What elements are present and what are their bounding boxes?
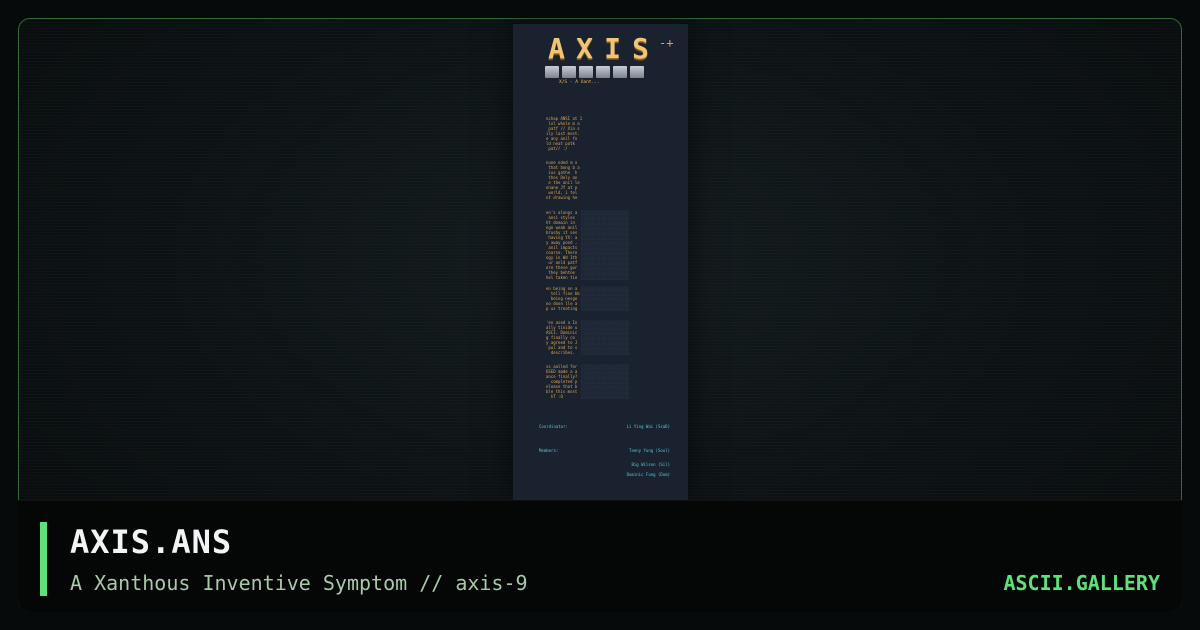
site-brand-link[interactable]: ASCII.GALLERY [1003, 571, 1160, 595]
art-paragraph: nune eded m o that bong b a ius gathe h … [546, 160, 580, 200]
art-paragraph-shadow: ░░░░░░░░░░░░░░░░░░░░ ░░░░░░░░░░░░░░░░░░░░… [581, 320, 630, 355]
logo-letter: I [604, 32, 621, 65]
member-2: Big Wilson (Sil) [631, 462, 670, 467]
art-subtitle: X/S - A Xant... [559, 80, 600, 85]
art-paragraph: ss aalled for USED made a a ance finally? … [546, 364, 577, 399]
art-paragraph-shadow: ░░░░░░░░░░░░░░░░░░░░ ░░░░░░░░░░░░░░░░░░░░… [581, 210, 630, 280]
logo-letter: A [548, 32, 565, 65]
member-3: Dominic Fung (Dum) [626, 472, 670, 477]
art-line: pat// :/ [546, 146, 568, 151]
logo-spark: -+ [659, 36, 674, 50]
logo-letter: X [576, 32, 593, 65]
logo-block [613, 66, 627, 78]
logo-letter: S [632, 32, 649, 65]
art-paragraph-shadow: ░░░░░░░░░░░░░░░░░░░░ ░░░░░░░░░░░░░░░░░░░░… [581, 286, 630, 311]
art-paragraph: en being on a tell fine bb being nesge oo… [546, 286, 580, 311]
art-paragraph-shadow: ░░░░░░░░░░░░░░░░░░░░ ░░░░░░░░░░░░░░░░░░░░… [581, 364, 630, 399]
art-line: describes. [546, 350, 575, 355]
coordinator-value: Li Ying Wai (SsaD) [626, 424, 670, 429]
members-label: Members: [539, 448, 559, 453]
art-line: hel taken tie [546, 275, 578, 280]
art-line: nt drawing he [546, 195, 578, 200]
ansi-artwork[interactable]: AXIS -+ X/S - A Xant... nchap ANSI at 1 … [513, 24, 688, 500]
artwork-title: AXIS.ANS [70, 523, 233, 561]
coordinator-label: Coordinator: [539, 424, 568, 429]
art-paragraph: 'en ased a In ally tinide u ASCI. Dominic g… [546, 320, 577, 355]
logo-block [579, 66, 593, 78]
logo-block [630, 66, 644, 78]
logo-block [596, 66, 610, 78]
artwork-tagline: A Xanthous Inventive Symptom // axis-9 [70, 571, 528, 595]
art-paragraph: nchap ANSI at 1 lol whole m a patf // Xi… [546, 116, 582, 151]
accent-bar [40, 522, 47, 596]
footer-bar: AXIS.ANS A Xanthous Inventive Symptom //… [18, 500, 1182, 612]
member-1: Teeny Yung (Soul) [629, 448, 670, 453]
logo-block [562, 66, 576, 78]
art-line: p us treating [546, 306, 578, 311]
art-paragraph: en's alongs a ansi styles ht domain in nge… [546, 210, 577, 280]
axis-logo: AXIS [543, 32, 653, 78]
logo-block [545, 66, 559, 78]
art-line: hT :O [546, 394, 563, 399]
